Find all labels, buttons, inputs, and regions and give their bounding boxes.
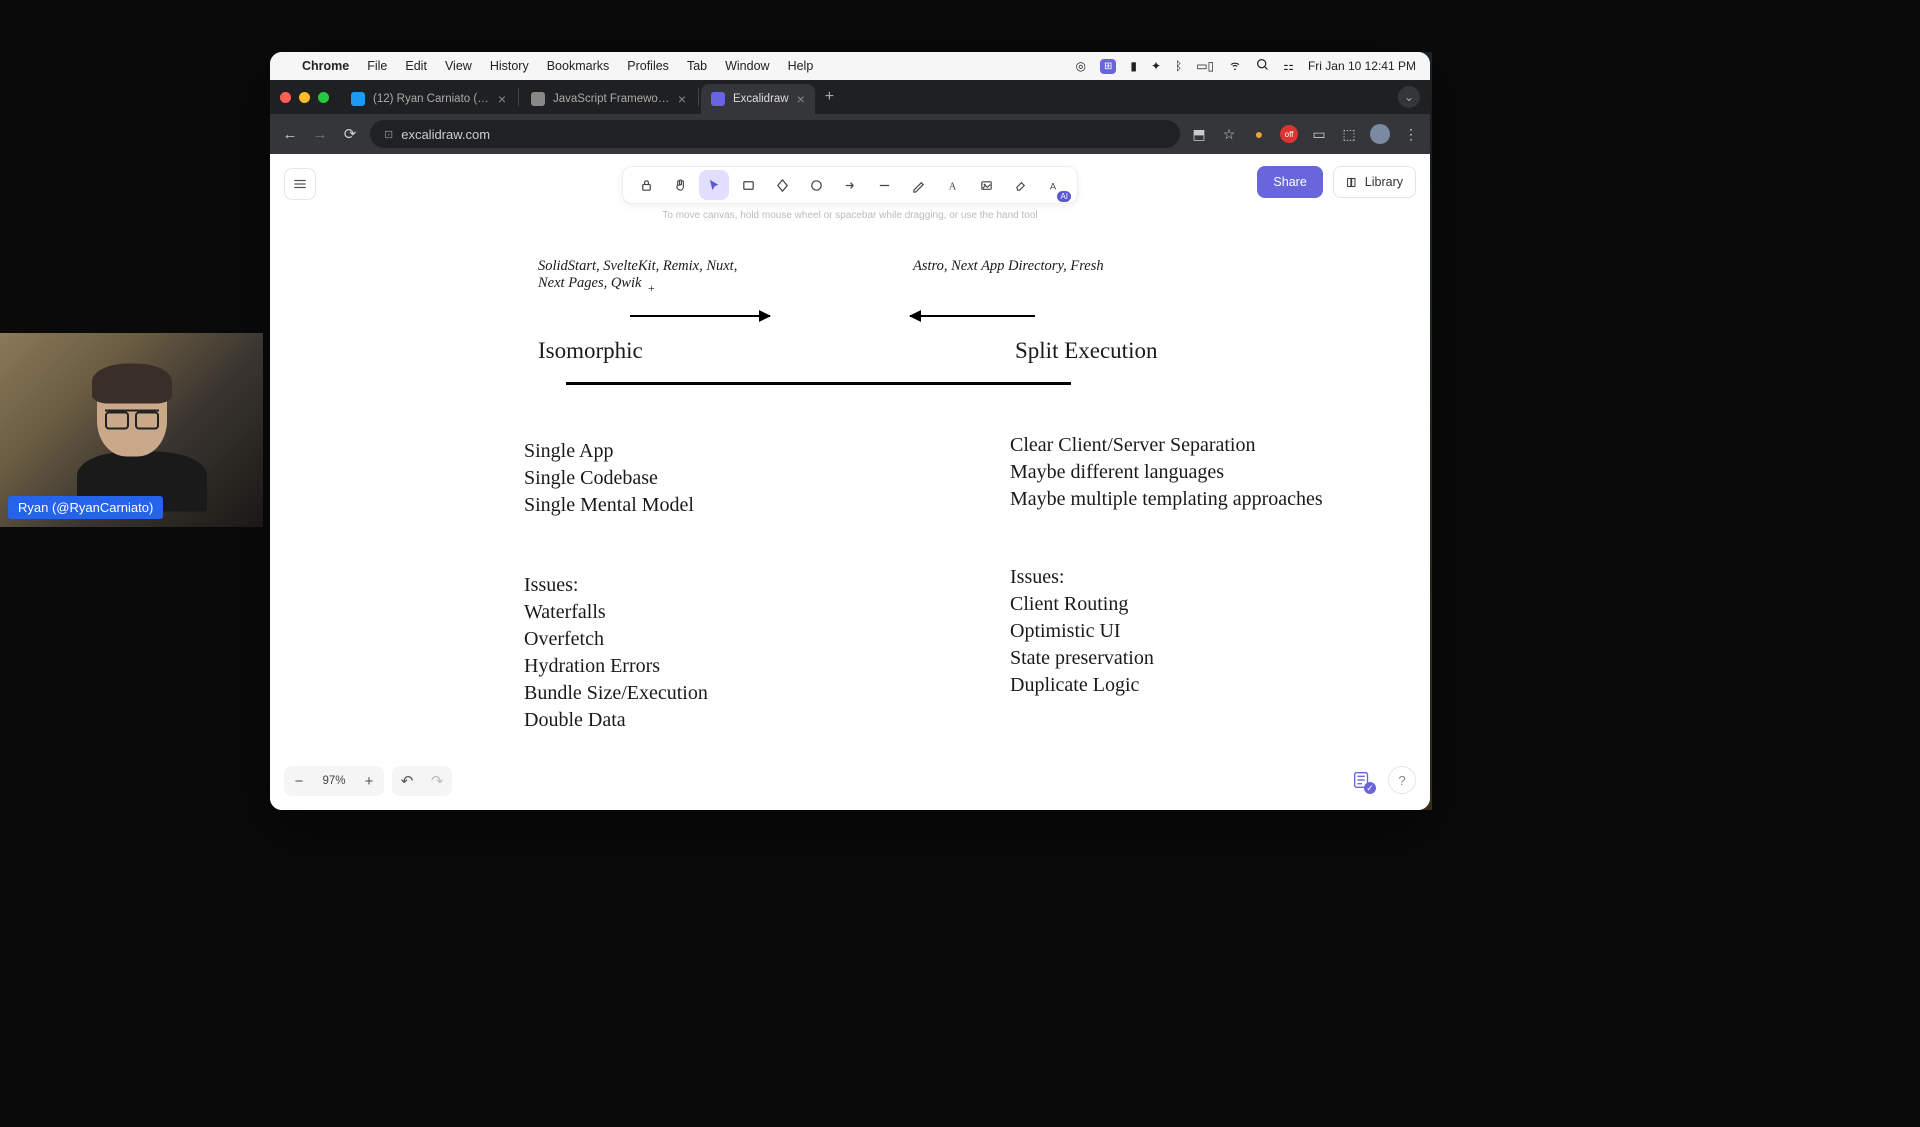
menubar-clock[interactable]: Fri Jan 10 12:41 PM bbox=[1308, 59, 1416, 73]
menu-profiles[interactable]: Profiles bbox=[627, 59, 669, 73]
minimize-window-button[interactable] bbox=[299, 92, 310, 103]
diagram-issues-left: Issues: Waterfalls Overfetch Hydration E… bbox=[524, 572, 708, 734]
excalidraw-app: A A AI Share Library To move canvas, hol… bbox=[270, 154, 1430, 810]
search-icon[interactable] bbox=[1256, 58, 1269, 74]
extension-icon[interactable]: ▭ bbox=[1310, 125, 1328, 143]
window-controls bbox=[280, 92, 329, 103]
excalidraw-plus-icon[interactable]: ✓ bbox=[1346, 764, 1378, 796]
tab-divider bbox=[698, 88, 699, 106]
menu-view[interactable]: View bbox=[445, 59, 472, 73]
webcam-feed: Ryan (@RyanCarniato) bbox=[0, 333, 263, 527]
arrow-right-icon bbox=[630, 315, 770, 317]
menu-file[interactable]: File bbox=[367, 59, 387, 73]
extension-icon[interactable]: ● bbox=[1250, 125, 1268, 143]
bluetooth-icon[interactable]: ᛒ bbox=[1175, 59, 1182, 73]
bookmark-icon[interactable]: ☆ bbox=[1220, 125, 1238, 143]
chrome-menu-icon[interactable]: ⋮ bbox=[1402, 125, 1420, 143]
tab-divider bbox=[518, 88, 519, 106]
diagram-heading-split: Split Execution bbox=[1015, 338, 1157, 364]
menu-window[interactable]: Window bbox=[725, 59, 769, 73]
site-info-icon[interactable]: ⊡ bbox=[384, 128, 393, 141]
wifi-icon[interactable] bbox=[1228, 58, 1242, 75]
status-icon[interactable]: ⊞ bbox=[1100, 59, 1116, 74]
zoom-in-button[interactable]: + bbox=[354, 766, 384, 796]
zoom-level[interactable]: 97% bbox=[314, 766, 354, 796]
diagram-heading-isomorphic: Isomorphic bbox=[538, 338, 643, 364]
extensions-menu-icon[interactable]: ⬚ bbox=[1340, 125, 1358, 143]
chrome-toolbar: ← → ⟳ ⊡ excalidraw.com ⬒ ☆ ● off ▭ ⬚ ⋮ bbox=[270, 114, 1430, 154]
url-text: excalidraw.com bbox=[401, 127, 490, 142]
tab-twitter[interactable]: (12) Ryan Carniato (@ryansol… × bbox=[341, 84, 516, 114]
excalidraw-canvas[interactable]: SolidStart, SvelteKit, Remix, Nuxt, Next… bbox=[270, 154, 1430, 810]
cursor-plus-icon: + bbox=[648, 281, 655, 296]
menu-tab[interactable]: Tab bbox=[687, 59, 707, 73]
zoom-out-button[interactable]: − bbox=[284, 766, 314, 796]
webcam-person bbox=[77, 372, 187, 502]
back-button[interactable]: ← bbox=[280, 126, 300, 143]
close-tab-icon[interactable]: × bbox=[797, 91, 805, 107]
diagram-issues-right: Issues: Client Routing Optimistic UI Sta… bbox=[1010, 564, 1154, 699]
webcam-label: Ryan (@RyanCarniato) bbox=[8, 496, 163, 519]
tab-title: JavaScript Frameworks - Hea… bbox=[553, 93, 670, 105]
diagram-frameworks-left: SolidStart, SvelteKit, Remix, Nuxt, Next… bbox=[538, 258, 737, 292]
profile-avatar[interactable] bbox=[1370, 124, 1390, 144]
address-bar[interactable]: ⊡ excalidraw.com bbox=[370, 120, 1180, 148]
menubar-app-name[interactable]: Chrome bbox=[302, 59, 349, 73]
control-center-icon[interactable]: ⚏ bbox=[1283, 59, 1294, 73]
status-icon[interactable]: ▮ bbox=[1130, 59, 1137, 73]
tab-title: Excalidraw bbox=[733, 93, 789, 105]
menu-help[interactable]: Help bbox=[788, 59, 814, 73]
maximize-window-button[interactable] bbox=[318, 92, 329, 103]
close-tab-icon[interactable]: × bbox=[498, 91, 506, 107]
battery-icon[interactable]: ▭▯ bbox=[1196, 59, 1214, 73]
tab-frameworks[interactable]: JavaScript Frameworks - Hea… × bbox=[521, 84, 696, 114]
status-icon[interactable]: ◎ bbox=[1075, 59, 1085, 73]
close-window-button[interactable] bbox=[280, 92, 291, 103]
chrome-window: Chrome File Edit View History Bookmarks … bbox=[270, 52, 1430, 810]
menu-history[interactable]: History bbox=[490, 59, 529, 73]
diagram-bullets-right: Clear Client/Server Separation Maybe dif… bbox=[1010, 432, 1323, 513]
favicon-icon bbox=[531, 92, 545, 106]
diagram-bullets-left: Single App Single Codebase Single Mental… bbox=[524, 438, 694, 519]
arrow-left-icon bbox=[910, 315, 1035, 317]
tab-excalidraw[interactable]: Excalidraw × bbox=[701, 84, 815, 114]
tab-title: (12) Ryan Carniato (@ryansol… bbox=[373, 93, 490, 105]
install-app-icon[interactable]: ⬒ bbox=[1190, 125, 1208, 143]
diagram-frameworks-right: Astro, Next App Directory, Fresh bbox=[913, 258, 1104, 275]
help-button[interactable]: ? bbox=[1388, 766, 1416, 794]
menu-bookmarks[interactable]: Bookmarks bbox=[547, 59, 610, 73]
new-tab-button[interactable]: + bbox=[825, 88, 834, 106]
chrome-tab-strip: (12) Ryan Carniato (@ryansol… × JavaScri… bbox=[270, 80, 1430, 114]
tab-search-button[interactable]: ⌄ bbox=[1398, 86, 1420, 108]
zoom-controls: − 97% + ↶ ↷ bbox=[284, 766, 452, 796]
close-tab-icon[interactable]: × bbox=[678, 91, 686, 107]
undo-button[interactable]: ↶ bbox=[392, 766, 422, 796]
menu-edit[interactable]: Edit bbox=[405, 59, 427, 73]
forward-button[interactable]: → bbox=[310, 126, 330, 143]
macos-menubar: Chrome File Edit View History Bookmarks … bbox=[270, 52, 1430, 80]
status-icon[interactable]: ✦ bbox=[1151, 59, 1161, 73]
extension-badge-icon[interactable]: off bbox=[1280, 125, 1298, 143]
redo-button[interactable]: ↷ bbox=[422, 766, 452, 796]
reload-button[interactable]: ⟳ bbox=[340, 125, 360, 143]
favicon-icon bbox=[711, 92, 725, 106]
divider-line bbox=[566, 382, 1071, 385]
favicon-icon bbox=[351, 92, 365, 106]
